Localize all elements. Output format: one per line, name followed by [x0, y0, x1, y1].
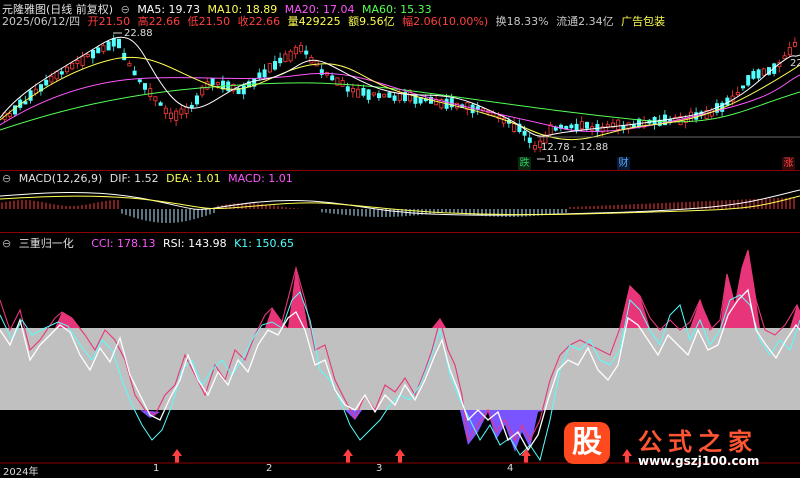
- watermark-name: 公式之家: [638, 428, 758, 456]
- watermark-glyph-badge: 股: [564, 422, 610, 464]
- axis-label-month: 4: [507, 463, 514, 474]
- buy-signal-arrow: [172, 449, 182, 463]
- axis-label-month: 3: [376, 463, 383, 474]
- watermark-glyph: 股: [572, 425, 602, 460]
- oversold-fill: [460, 410, 545, 452]
- buy-signal-arrow: [521, 449, 531, 463]
- axis-label-year: 2024年: [3, 467, 39, 478]
- watermark-url[interactable]: www.gszj100.com: [638, 454, 759, 468]
- buy-signal-arrow: [395, 449, 405, 463]
- axis-label-month: 1: [153, 463, 160, 474]
- indicator-chart[interactable]: [0, 0, 800, 474]
- buy-signal-arrow: [343, 449, 353, 463]
- watermark-logo: 股 公式之家 www.gszj100.com: [558, 418, 798, 472]
- axis-label-month: 2: [266, 463, 273, 474]
